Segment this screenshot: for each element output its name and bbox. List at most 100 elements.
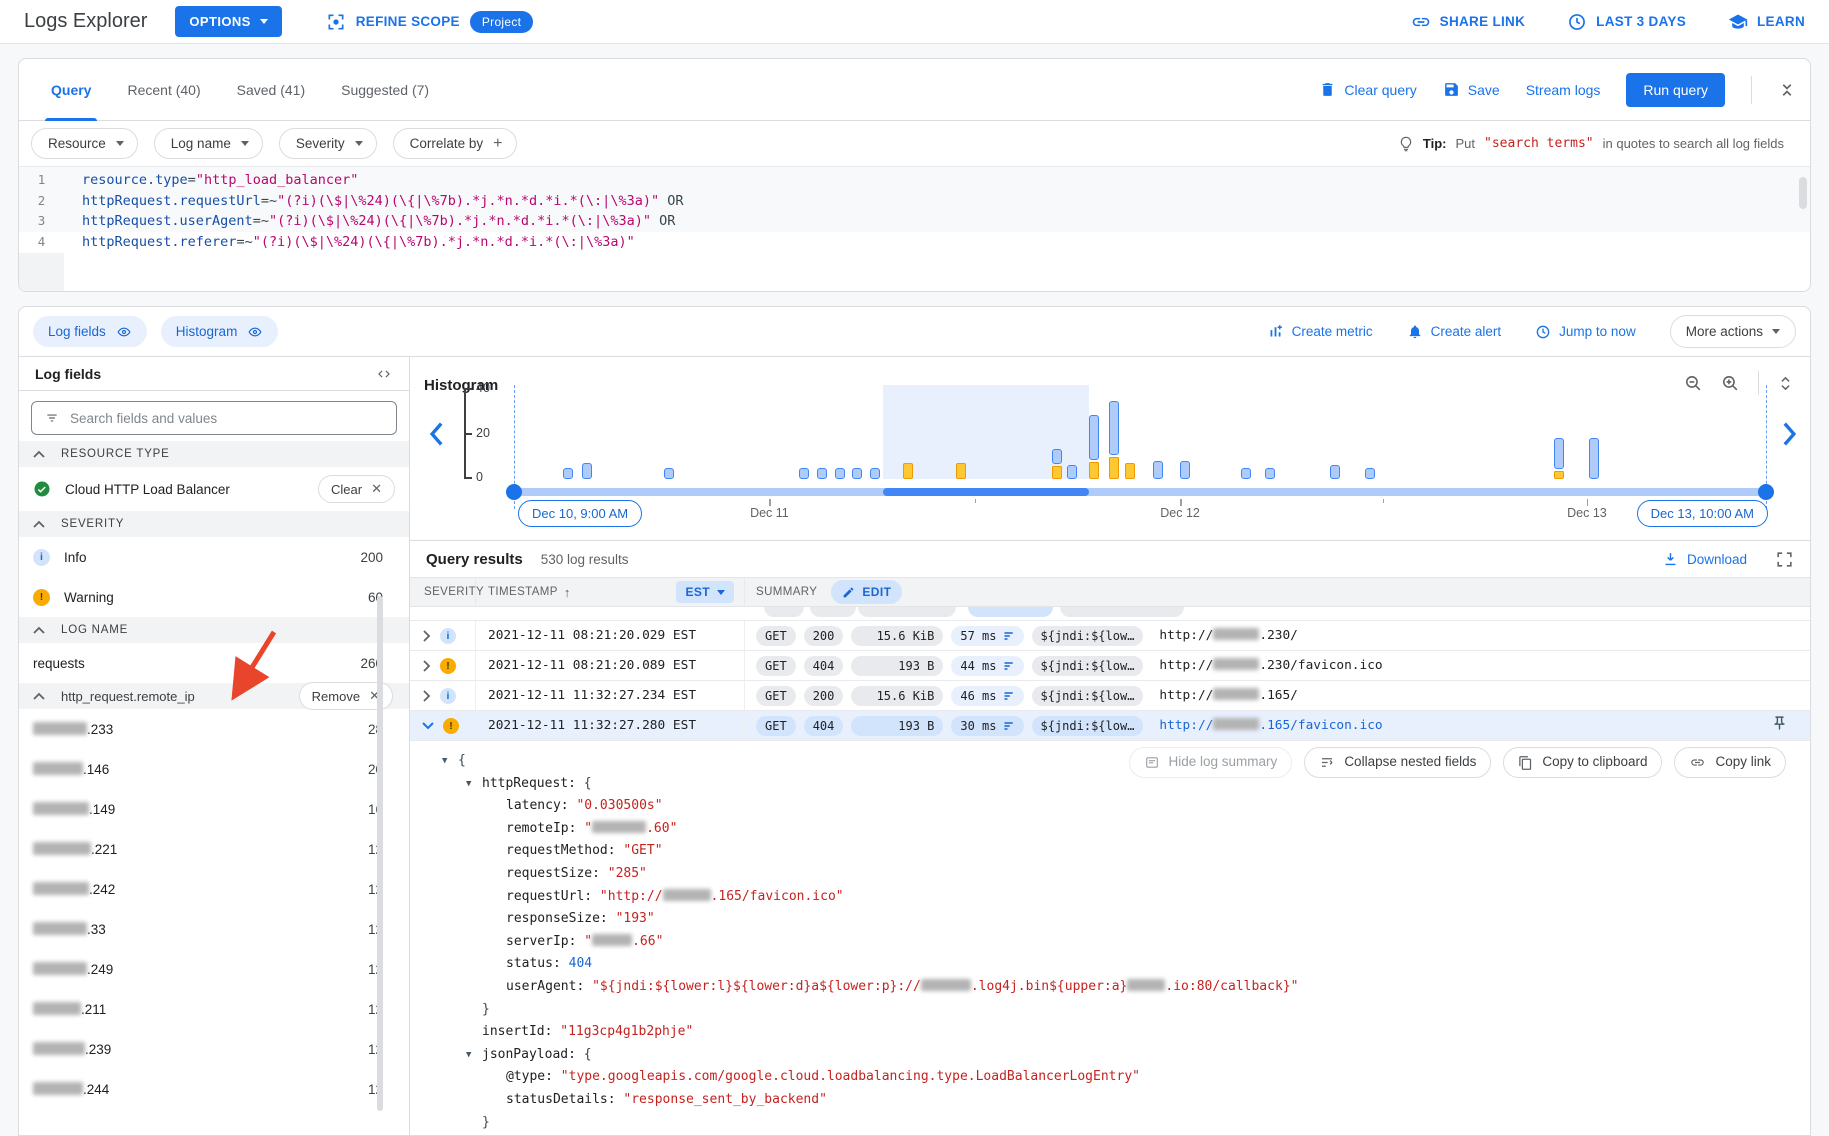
json-field-status[interactable]: status: 404 — [426, 953, 1810, 976]
project-badge[interactable]: Project — [470, 11, 533, 33]
latency-chip[interactable]: 57 ms — [951, 626, 1023, 646]
latency-chip[interactable]: 44 ms — [951, 656, 1023, 676]
learn-button[interactable]: LEARN — [1728, 12, 1805, 32]
section-header-severity[interactable]: SEVERITY — [19, 511, 409, 537]
field-value-item[interactable]: .23912 — [19, 1029, 409, 1069]
query-editor[interactable]: 1resource.type="http_load_balancer"2http… — [19, 167, 1810, 291]
status-chip[interactable]: 200 — [804, 626, 844, 646]
json-field-useragent[interactable]: userAgent: "${jndi:${lower:l}${lower:d}a… — [426, 976, 1810, 999]
tab-saved-41[interactable]: Saved (41) — [219, 59, 323, 121]
field-value-item[interactable]: .23328 — [19, 709, 409, 749]
query-line-1[interactable]: 1resource.type="http_load_balancer" — [19, 170, 1810, 191]
filter-chip-log-name[interactable]: Log name — [154, 128, 263, 159]
unfold-icon[interactable] — [1777, 374, 1794, 393]
pin-icon[interactable] — [1771, 715, 1788, 732]
section-header-log-name[interactable]: LOG NAME — [19, 617, 409, 643]
json-field-requestsize[interactable]: requestSize: "285" — [426, 863, 1810, 886]
json-brace-line[interactable]: } — [426, 999, 1810, 1022]
json-field-jsonpayload[interactable]: ▼jsonPayload: { — [426, 1044, 1810, 1067]
json-brace-line[interactable]: } — [426, 1112, 1810, 1135]
method-chip[interactable]: GET — [756, 656, 796, 676]
create-alert-button[interactable]: Create alert — [1407, 323, 1502, 340]
expand-node-icon[interactable]: ▼ — [466, 1044, 471, 1067]
sort-ascending-icon[interactable]: ↑ — [564, 585, 571, 600]
fields-panel-scrollbar[interactable] — [377, 596, 383, 1111]
more-actions-button[interactable]: More actions — [1670, 315, 1796, 348]
histogram-toggle-pill[interactable]: Histogram — [161, 316, 279, 347]
response-size-chip[interactable]: 15.6 KiB — [851, 686, 943, 706]
response-size-chip[interactable]: 193 B — [851, 656, 943, 676]
field-value-item[interactable]: iInfo200 — [19, 537, 409, 577]
stream-logs-button[interactable]: Stream logs — [1526, 82, 1601, 98]
tab-suggested-7[interactable]: Suggested (7) — [323, 59, 447, 121]
field-value-item[interactable]: .24212 — [19, 869, 409, 909]
tab-recent-40[interactable]: Recent (40) — [109, 59, 218, 121]
response-size-chip[interactable]: 193 B — [851, 716, 943, 736]
filter-chip-severity[interactable]: Severity — [279, 128, 377, 159]
expand-row-icon[interactable] — [422, 690, 431, 702]
user-agent-chip[interactable]: ${jndi:${low… — [1032, 656, 1144, 676]
query-line-3[interactable]: 3httpRequest.userAgent=~"(?i)(\$|\%24)(\… — [19, 211, 1810, 232]
json-field-remoteip[interactable]: remoteIp: ".60" — [426, 818, 1810, 841]
scrubber-end-handle[interactable] — [1758, 484, 1774, 500]
expand-row-icon[interactable] — [422, 630, 431, 642]
share-link-button[interactable]: SHARE LINK — [1411, 12, 1526, 32]
method-chip[interactable]: GET — [756, 716, 796, 736]
download-button[interactable]: Download — [1662, 551, 1747, 568]
time-scrubber[interactable] — [514, 488, 1766, 496]
query-line-4[interactable]: 4httpRequest.referer=~"(?i)(\$|\%24)(\{|… — [19, 232, 1810, 253]
clear-filter-button[interactable]: Clear✕ — [318, 475, 395, 503]
histogram-pan-left-icon[interactable] — [428, 421, 444, 447]
edit-summary-button[interactable]: EDIT — [831, 580, 902, 604]
fields-search-input[interactable] — [70, 411, 360, 426]
user-agent-chip[interactable]: ${jndi:${low… — [1032, 716, 1144, 736]
log-entry-row[interactable]: !2021-12-11 11:32:27.280 ESTGET404193 B3… — [410, 711, 1810, 741]
status-chip[interactable]: 200 — [804, 686, 844, 706]
latency-chip[interactable]: 46 ms — [951, 686, 1023, 706]
fullscreen-icon[interactable] — [1775, 550, 1794, 569]
run-query-button[interactable]: Run query — [1626, 73, 1725, 107]
json-field-requestmethod[interactable]: requestMethod: "GET" — [426, 840, 1810, 863]
log-entry-row[interactable]: !2021-12-11 08:21:20.089 ESTGET404193 B4… — [410, 651, 1810, 681]
refine-scope-button[interactable]: REFINE SCOPE Project — [326, 11, 534, 33]
collapse-panel-icon[interactable] — [1778, 80, 1796, 100]
field-value-item[interactable]: .14916 — [19, 789, 409, 829]
expand-row-icon[interactable] — [422, 660, 431, 672]
field-value-item[interactable]: Cloud HTTP Load BalancerClear✕ — [19, 467, 409, 511]
user-agent-chip[interactable]: ${jndi:${low… — [1032, 686, 1144, 706]
jump-to-now-button[interactable]: Jump to now — [1535, 324, 1636, 340]
field-value-item[interactable]: .24912 — [19, 949, 409, 989]
method-chip[interactable]: GET — [756, 626, 796, 646]
field-value-item[interactable]: !Warning60 — [19, 577, 409, 617]
histogram-pan-right-icon[interactable] — [1782, 421, 1798, 447]
filter-chip-resource[interactable]: Resource — [31, 128, 138, 159]
field-value-item[interactable]: .3312 — [19, 909, 409, 949]
clear-query-button[interactable]: Clear query — [1319, 81, 1416, 98]
method-chip[interactable]: GET — [756, 686, 796, 706]
query-line-2[interactable]: 2httpRequest.requestUrl=~"(?i)(\$|\%24)(… — [19, 191, 1810, 212]
field-value-item[interactable]: .14620 — [19, 749, 409, 789]
range-start-chip[interactable]: Dec 10, 9:00 AM — [518, 500, 642, 527]
field-value-item[interactable]: .22112 — [19, 829, 409, 869]
log-entry-row[interactable]: i2021-12-11 11:32:27.234 ESTGET20015.6 K… — [410, 681, 1810, 711]
scrubber-start-handle[interactable] — [506, 484, 522, 500]
json-field-responsesize[interactable]: responseSize: "193" — [426, 908, 1810, 931]
json-field-latency[interactable]: latency: "0.030500s" — [426, 795, 1810, 818]
timestamp-column-header[interactable]: TIMESTAMP — [488, 586, 558, 598]
expand-node-icon[interactable]: ▼ — [442, 750, 447, 773]
filter-chip-correlate-by[interactable]: Correlate by+ — [393, 128, 517, 159]
response-size-chip[interactable]: 15.6 KiB — [851, 626, 943, 646]
editor-scrollbar[interactable] — [1799, 177, 1807, 209]
field-value-item[interactable]: .24412 — [19, 1069, 409, 1109]
tab-query[interactable]: Query — [33, 59, 109, 121]
json-field-statusdetails[interactable]: statusDetails: "response_sent_by_backend… — [426, 1089, 1810, 1112]
status-chip[interactable]: 404 — [804, 656, 844, 676]
section-header-resource-type[interactable]: RESOURCE TYPE — [19, 441, 409, 467]
expand-node-icon[interactable]: ▼ — [466, 773, 471, 796]
json-field-requesturl[interactable]: requestUrl: "http://.165/favicon.ico" — [426, 886, 1810, 909]
log-fields-toggle-pill[interactable]: Log fields — [33, 316, 147, 347]
histogram-plot[interactable] — [514, 385, 1766, 479]
latency-chip[interactable]: 30 ms — [951, 716, 1023, 736]
log-entry-row[interactable]: i2021-12-11 08:21:20.029 ESTGET20015.6 K… — [410, 621, 1810, 651]
range-end-chip[interactable]: Dec 13, 10:00 AM — [1637, 500, 1768, 527]
